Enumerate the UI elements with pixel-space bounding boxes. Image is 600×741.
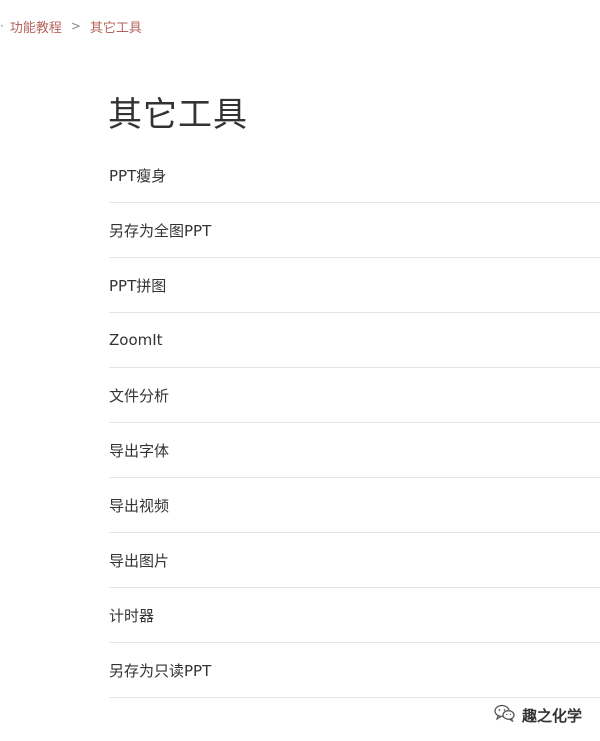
page: · 功能教程 > 其它工具 其它工具 PPT瘦身 另存为全图PPT PPT拼图 … [0, 0, 600, 741]
list-item-ppt-slim[interactable]: PPT瘦身 [109, 148, 600, 203]
list-item-timer[interactable]: 计时器 [109, 588, 600, 643]
list-item-export-fonts[interactable]: 导出字体 [109, 423, 600, 478]
breadcrumb-link-tutorials[interactable]: 功能教程 [10, 17, 62, 36]
list-item-ppt-collage[interactable]: PPT拼图 [109, 258, 600, 313]
list-item-save-as-image-ppt[interactable]: 另存为全图PPT [109, 203, 600, 258]
breadcrumb-separator: > [70, 19, 81, 33]
list-item-save-as-readonly-ppt[interactable]: 另存为只读PPT [109, 643, 600, 698]
breadcrumb-link-other-tools[interactable]: 其它工具 [90, 17, 142, 36]
list-item-file-analysis[interactable]: 文件分析 [109, 368, 600, 423]
list-item-zoomit[interactable]: ZoomIt [109, 313, 600, 368]
wechat-icon [494, 704, 522, 726]
tool-list: PPT瘦身 另存为全图PPT PPT拼图 ZoomIt 文件分析 导出字体 导出… [109, 148, 600, 698]
page-title: 其它工具 [108, 95, 248, 135]
watermark: 趣之化学 [494, 704, 582, 726]
breadcrumb: · 功能教程 > 其它工具 [0, 17, 142, 36]
watermark-text: 趣之化学 [521, 706, 582, 725]
list-item-export-images[interactable]: 导出图片 [109, 533, 600, 588]
breadcrumb-lead-separator: · [0, 19, 4, 33]
list-item-export-video[interactable]: 导出视频 [109, 478, 600, 533]
